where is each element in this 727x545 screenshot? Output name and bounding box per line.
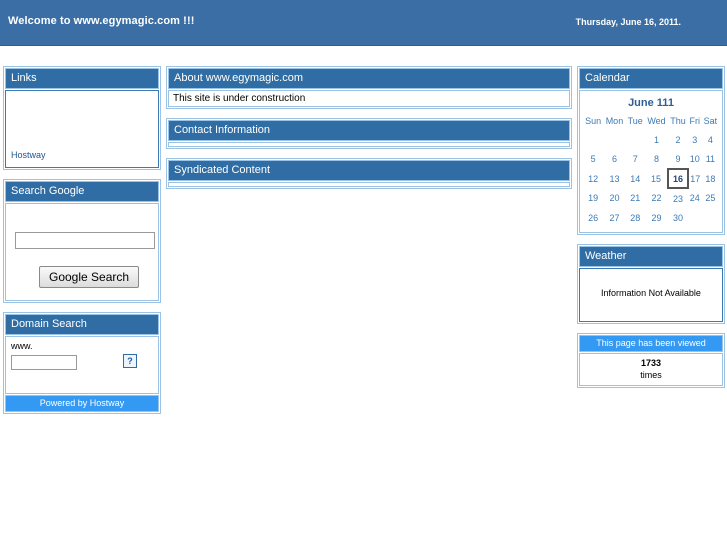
calendar-day-empty [702,208,719,227]
calendar-weekday: Sat [703,116,718,126]
main-content: About www.egymagic.com This site is unde… [166,66,572,198]
calendar-day[interactable]: 9 [668,149,688,169]
calendar-weekday-row: Sun Mon Tue Wed Thu Fri Sat [583,114,719,130]
domain-search-panel-body: www. ? [5,336,159,394]
calendar-day[interactable]: 18 [702,169,719,188]
calendar-day[interactable]: 11 [702,149,719,169]
google-search-panel: Search Google Google Search [3,179,161,303]
calendar-day-empty [626,130,645,149]
left-sidebar: Links Hostway Search Google Google Searc… [3,66,161,423]
calendar-week-row: 5 6 7 8 9 10 11 [583,149,719,169]
calendar-day[interactable]: 28 [626,208,645,227]
page-counter-unit: times [640,370,662,380]
powered-by-label: Powered by Hostway [5,395,159,412]
calendar-month-label: June 111 [628,97,674,109]
calendar-day[interactable]: 6 [603,149,625,169]
page-counter-header: This page has been viewed [579,335,723,352]
calendar-weekday: Tue [627,116,643,126]
calendar-day[interactable]: 29 [645,208,668,227]
calendar-weekday: Fri [689,116,701,126]
calendar-weekday: Thu [670,116,686,126]
site-title: Welcome to www.egymagic.com !!! [8,15,195,27]
weather-panel: Weather Information Not Available [577,244,725,324]
domain-search-input[interactable] [11,355,77,370]
syndicated-panel: Syndicated Content [166,158,572,189]
calendar-day[interactable]: 13 [603,169,625,188]
about-panel: About www.egymagic.com This site is unde… [166,66,572,109]
domain-search-panel: Domain Search www. ? Powered by Hostway [3,312,161,414]
calendar-day[interactable]: 4 [702,130,719,149]
calendar-day[interactable]: 2 [668,130,688,149]
calendar-week-row: 12 13 14 15 16 17 18 [583,168,719,189]
calendar-day[interactable]: 30 [668,208,688,227]
calendar-weekday: Mon [605,116,624,126]
calendar-body: June 111 Sun Mon Tue Wed Thu Fri Sat 123456789… [579,90,723,233]
domain-prefix-label: www. [11,341,33,351]
calendar-day[interactable]: 1 [645,130,668,149]
weather-message: Information Not Available [601,288,701,298]
calendar-day[interactable]: 17 [688,169,702,188]
google-search-input[interactable] [15,232,155,249]
calendar-day[interactable]: 12 [583,169,603,188]
calendar-panel-title: Calendar [579,68,723,89]
calendar-day[interactable]: 20 [603,188,625,208]
calendar-day[interactable]: 15 [645,169,668,188]
weather-panel-title: Weather [579,246,723,267]
calendar-grid: Sun Mon Tue Wed Thu Fri Sat 1 2 3 4 5 6 7 8 9 10 11 12 13 1… [583,114,719,227]
calendar-day[interactable]: 22 [645,188,668,208]
page-counter-value: 1733 [640,358,662,368]
calendar-weekday: Sun [585,116,602,126]
right-sidebar: Calendar June 111 Sun Mon Tue Wed Thu Fri Sat … [577,66,725,388]
site-banner: Welcome to www.egymagic.com !!! Thursday… [0,0,727,46]
links-panel: Links Hostway [3,66,161,170]
calendar-day[interactable]: 27 [603,208,625,227]
calendar-day[interactable]: 24 [688,188,702,208]
calendar-day-today[interactable]: 16 [667,168,689,189]
calendar-day[interactable]: 5 [583,149,603,169]
about-panel-title: About www.egymagic.com [168,68,570,89]
calendar-day[interactable]: 23 [668,188,688,208]
contact-panel-title: Contact Information [168,120,570,141]
google-search-panel-body: Google Search [5,203,159,301]
google-search-panel-title: Search Google [5,181,159,202]
calendar-day[interactable]: 3 [688,130,702,149]
calendar-day[interactable]: 10 [688,149,702,169]
calendar-day[interactable]: 21 [626,188,645,208]
page-counter-body: 1733 times [579,353,723,386]
help-icon[interactable]: ? [123,354,137,368]
calendar-week-row: 1234 [583,130,719,149]
calendar-day[interactable]: 19 [583,188,603,208]
calendar-week-row: 19 20 21 22 23 24 25 [583,188,719,208]
calendar-weekday: Wed [647,116,666,126]
calendar-day[interactable]: 7 [626,149,645,169]
current-date: Thursday, June 16, 2011. [575,17,681,27]
calendar-day[interactable]: 8 [645,149,668,169]
link-item-hostway[interactable]: Hostway [11,149,46,161]
links-list: Hostway [11,149,46,161]
syndicated-panel-title: Syndicated Content [168,160,570,181]
domain-search-panel-title: Domain Search [5,314,159,335]
calendar-day-empty [583,130,603,149]
calendar-day[interactable]: 25 [702,188,719,208]
syndicated-panel-body [168,182,570,187]
calendar-day[interactable]: 14 [626,169,645,188]
links-panel-body: Hostway [5,90,159,168]
calendar-day[interactable]: 26 [583,208,603,227]
links-panel-title: Links [5,68,159,89]
weather-panel-body: Information Not Available [579,268,723,322]
contact-panel-body [168,142,570,147]
contact-panel: Contact Information [166,118,572,149]
google-search-button[interactable]: Google Search [39,266,140,288]
page-counter-panel: This page has been viewed 1733 times [577,333,725,388]
about-panel-body: This site is under construction [168,90,570,107]
calendar-day-empty [688,208,702,227]
calendar-week-row: 26 27 28 29 30 [583,208,719,227]
calendar-panel: Calendar June 111 Sun Mon Tue Wed Thu Fri Sat … [577,66,725,235]
calendar-day-empty [603,130,625,149]
